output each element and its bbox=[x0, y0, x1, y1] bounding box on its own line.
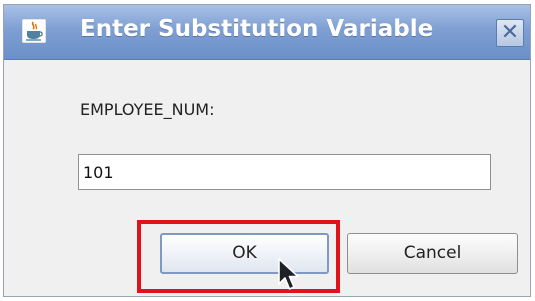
employee-num-label: EMPLOYEE_NUM: bbox=[80, 100, 215, 119]
close-icon: ✕ bbox=[500, 20, 520, 45]
title-bar[interactable]: Enter Substitution Variable ✕ bbox=[4, 5, 530, 60]
java-app-icon bbox=[21, 18, 47, 44]
mouse-pointer-icon bbox=[277, 258, 301, 292]
ok-highlight-annotation bbox=[137, 220, 340, 293]
employee-num-input[interactable] bbox=[78, 154, 491, 190]
cancel-button[interactable]: Cancel bbox=[347, 233, 518, 274]
substitution-variable-dialog: Enter Substitution Variable ✕ EMPLOYEE_N… bbox=[3, 4, 531, 297]
close-button[interactable]: ✕ bbox=[496, 19, 524, 47]
dialog-title: Enter Substitution Variable bbox=[80, 16, 434, 42]
